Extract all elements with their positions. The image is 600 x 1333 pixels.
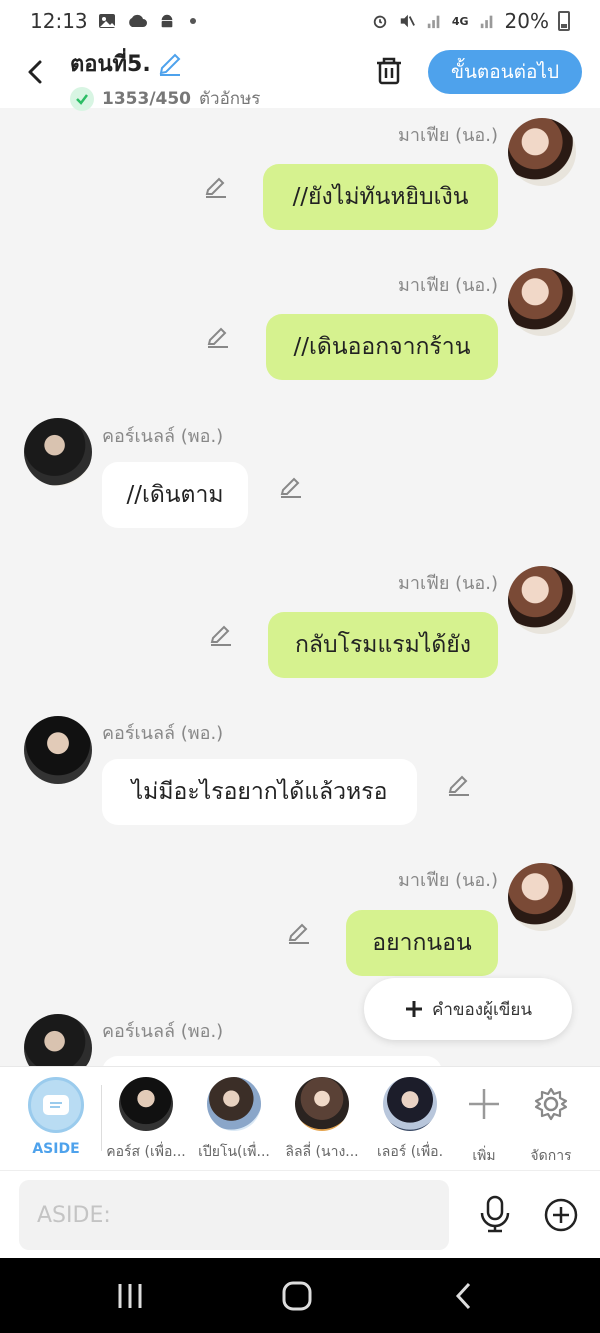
- image-icon: [98, 14, 115, 28]
- battery-icon: [558, 11, 570, 31]
- speaker-name: มาเฟีย (นอ.): [397, 275, 498, 296]
- avatar-cornell[interactable]: [24, 418, 92, 486]
- avatar-mafia[interactable]: [508, 118, 576, 186]
- character-item[interactable]: ลิลลี่ (นาง...: [278, 1077, 366, 1163]
- speaker-name: มาเฟีย (นอ.): [397, 573, 498, 594]
- avatar-mafia[interactable]: [508, 566, 576, 634]
- status-time: 12:13: [30, 9, 88, 33]
- character-avatar: [207, 1077, 261, 1131]
- trash-icon[interactable]: [372, 54, 406, 88]
- message-bubble[interactable]: //เดินตาม: [102, 462, 248, 528]
- avatar-mafia[interactable]: [508, 863, 576, 931]
- signal-icon-2: [480, 15, 492, 29]
- edit-message-icon[interactable]: [208, 622, 234, 648]
- mute-icon: [400, 14, 415, 28]
- character-count: 1353/450: [102, 88, 192, 109]
- avatar-cornell[interactable]: [24, 716, 92, 784]
- speaker-name: คอร์เนลล์ (พอ.): [102, 1021, 224, 1042]
- speaker-name: มาเฟีย (นอ.): [397, 125, 498, 146]
- character-avatar: [383, 1077, 437, 1131]
- character-label: ลิลลี่ (นาง...: [285, 1144, 359, 1160]
- chat-area[interactable]: มาเฟีย (นอ.) //ยังไม่ทันหยิบเงิน มาเฟีย …: [0, 108, 600, 1066]
- add-attachment-icon[interactable]: [543, 1197, 579, 1233]
- author-note-button[interactable]: คำของผู้เขียน: [364, 978, 572, 1040]
- notification-dot: [189, 18, 196, 24]
- android-icon: [161, 14, 172, 28]
- check-icon: [70, 86, 94, 111]
- character-avatar: [295, 1077, 349, 1131]
- recent-apps-icon[interactable]: [110, 1278, 150, 1314]
- character-item[interactable]: คอร์ส (เพื่อ...: [102, 1077, 190, 1163]
- character-item[interactable]: เปียโน(เพื่...: [190, 1077, 278, 1163]
- back-nav-icon[interactable]: [445, 1278, 485, 1314]
- system-nav-bar: [0, 1258, 600, 1333]
- message-bubble[interactable]: อยากนอน: [346, 910, 498, 976]
- input-bar: [0, 1170, 600, 1258]
- status-bar: 12:13 4G 20%: [0, 0, 600, 42]
- author-note-label: คำของผู้เขียน: [431, 999, 533, 1020]
- avatar-cornell[interactable]: [24, 1014, 92, 1066]
- edit-message-icon[interactable]: [205, 324, 231, 350]
- chat-icon: [43, 1095, 69, 1115]
- message-input[interactable]: [19, 1180, 449, 1250]
- character-label: คอร์ส (เพื่อ...: [106, 1144, 186, 1160]
- edit-message-icon[interactable]: [446, 772, 472, 798]
- aside-avatar: [28, 1077, 84, 1133]
- alarm-icon: [373, 15, 387, 29]
- plus-icon: [469, 1089, 499, 1119]
- episode-title: ตอนที่5.: [70, 52, 151, 77]
- battery-percent: 20%: [504, 9, 549, 33]
- network-type: 4G: [451, 14, 469, 28]
- message-bubble[interactable]: [102, 1056, 442, 1066]
- next-step-button[interactable]: ขั้นตอนต่อไป: [428, 50, 582, 94]
- edit-title-icon[interactable]: [157, 51, 183, 77]
- edit-message-icon[interactable]: [203, 174, 229, 200]
- cloud-icon: [128, 14, 147, 27]
- speaker-name: มาเฟีย (นอ.): [397, 870, 498, 891]
- aside-label: ASIDE: [32, 1141, 80, 1157]
- edit-message-icon[interactable]: [278, 474, 304, 500]
- avatar-mafia[interactable]: [508, 268, 576, 336]
- message-bubble[interactable]: //ยังไม่ทันหยิบเงิน: [263, 164, 498, 230]
- app-header: ตอนที่5. 1353/450 ตัวอักษร ขั้นตอนต่อไป: [0, 42, 600, 111]
- message-bubble[interactable]: ไม่มีอะไรอยากได้แล้วหรอ: [102, 759, 417, 825]
- back-arrow-icon[interactable]: [20, 56, 52, 88]
- home-icon[interactable]: [277, 1278, 317, 1314]
- character-label: เปียโน(เพื่...: [198, 1144, 270, 1160]
- character-avatar: [119, 1077, 173, 1131]
- signal-icon: [427, 15, 440, 29]
- message-bubble[interactable]: //เดินออกจากร้าน: [266, 314, 498, 380]
- microphone-icon[interactable]: [478, 1195, 512, 1233]
- character-aside[interactable]: ASIDE: [12, 1077, 100, 1157]
- manage-characters-button[interactable]: จัดการ: [507, 1077, 595, 1167]
- speaker-name: คอร์เนลล์ (พอ.): [102, 723, 224, 744]
- speaker-name: คอร์เนลล์ (พอ.): [102, 426, 224, 447]
- edit-message-icon[interactable]: [286, 920, 312, 946]
- character-selector: ASIDE คอร์ส (เพื่อ... เปียโน(เพื่... ลิล…: [0, 1066, 600, 1170]
- manage-label: จัดการ: [530, 1148, 572, 1164]
- gear-icon: [534, 1087, 568, 1121]
- message-bubble[interactable]: กลับโรมแรมได้ยัง: [268, 612, 498, 678]
- plus-icon: [405, 1001, 422, 1017]
